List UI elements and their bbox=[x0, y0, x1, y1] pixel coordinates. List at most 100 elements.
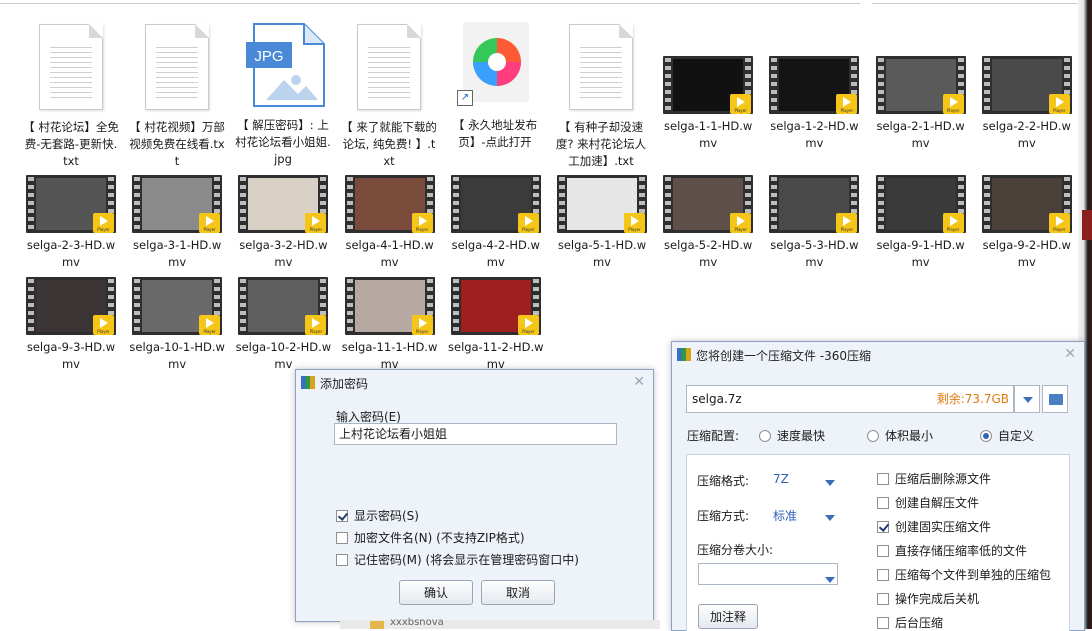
video-thumbnail: Player bbox=[26, 277, 116, 335]
background-folder-name: xxxbsnova bbox=[390, 617, 444, 628]
chevron-down-icon[interactable] bbox=[817, 469, 837, 486]
folder-icon bbox=[1049, 394, 1063, 405]
format-select[interactable]: 7Z bbox=[773, 472, 789, 486]
file-name: 【 有种子却没速度? 来村花论坛人工加速】.txt bbox=[555, 120, 647, 168]
file-item-video[interactable]: Player selga-5-2-HD.wmv bbox=[657, 175, 759, 271]
checkbox-box[interactable] bbox=[877, 616, 889, 629]
file-item-video[interactable]: Player selga-3-1-HD.wmv bbox=[126, 175, 228, 271]
add-comment-button[interactable]: 加注释 bbox=[698, 604, 758, 629]
player-badge-text: Player bbox=[1053, 108, 1066, 113]
split-size-select[interactable] bbox=[698, 563, 838, 585]
format-label: 压缩格式: bbox=[697, 474, 750, 488]
player-badge-icon: Player bbox=[199, 213, 221, 233]
self-extract-checkbox[interactable]: 创建自解压文件 bbox=[877, 494, 979, 511]
file-item-video[interactable]: Player selga-10-2-HD.wmv bbox=[232, 277, 334, 373]
radio-circle[interactable] bbox=[759, 429, 771, 442]
split-size-label: 压缩分卷大小: bbox=[697, 543, 774, 557]
file-item-txt[interactable]: 【 有种子却没速度? 来村花论坛人工加速】.txt bbox=[550, 24, 652, 170]
file-item-video[interactable]: Player selga-5-1-HD.wmv bbox=[551, 175, 653, 271]
method-select[interactable]: 标准 bbox=[773, 507, 797, 524]
video-thumbnail: Player bbox=[769, 175, 860, 233]
file-item-video[interactable]: Player selga-1-2-HD.wmv bbox=[763, 56, 865, 152]
create-archive-dialog: 您将创建一个压缩文件 -360压缩 ✕ selga.7z 剩余:73.7GB 压… bbox=[671, 341, 1085, 631]
video-thumbnail: Player bbox=[344, 175, 435, 233]
file-item-txt[interactable]: 【 来了就能下载的论坛, 纯免费! 】.txt bbox=[338, 24, 440, 170]
file-item-video[interactable]: Player selga-9-3-HD.wmv bbox=[20, 277, 122, 373]
show-password-checkbox[interactable]: 显示密码(S) bbox=[336, 507, 419, 524]
path-dropdown-button[interactable] bbox=[1014, 385, 1040, 413]
file-item-video[interactable]: Player selga-11-2-HD.wmv bbox=[445, 277, 547, 373]
video-thumbnail: Player bbox=[557, 175, 647, 233]
archive-path-input[interactable]: selga.7z 剩余:73.7GB bbox=[686, 385, 1014, 413]
checkbox-box[interactable] bbox=[877, 592, 889, 605]
player-badge-icon: Player bbox=[730, 213, 752, 233]
file-item-txt[interactable]: 【 村花论坛】全免费-无套路-更新快.txt bbox=[20, 24, 122, 170]
video-thumbnail: Player bbox=[981, 56, 1072, 114]
store-low-ratio-checkbox[interactable]: 直接存储压缩率低的文件 bbox=[877, 542, 1027, 559]
radio-circle[interactable] bbox=[867, 429, 879, 442]
delete-source-checkbox[interactable]: 压缩后删除源文件 bbox=[877, 470, 991, 487]
file-item-video[interactable]: Player selga-2-1-HD.wmv bbox=[870, 56, 972, 152]
file-name: selga-10-2-HD.wmv bbox=[235, 340, 332, 371]
file-item-video[interactable]: Player selga-2-2-HD.wmv bbox=[976, 56, 1078, 152]
player-badge-icon: Player bbox=[517, 213, 539, 233]
player-badge-text: Player bbox=[415, 227, 429, 232]
file-item-video[interactable]: Player selga-9-1-HD.wmv bbox=[870, 175, 972, 271]
file-item-shortcut[interactable]: ↗ 【 永久地址发布页】-点此打开 bbox=[444, 22, 546, 151]
player-badge-text: Player bbox=[734, 227, 747, 232]
encrypt-filenames-checkbox[interactable]: 加密文件名(N) (不支持ZIP格式) bbox=[336, 529, 525, 546]
cancel-button[interactable]: 取消 bbox=[481, 580, 555, 605]
file-item-video[interactable]: Player selga-9-2-HD.wmv bbox=[976, 175, 1078, 271]
checkbox-label: 加密文件名(N) (不支持ZIP格式) bbox=[354, 531, 525, 545]
radio-circle[interactable] bbox=[980, 429, 992, 442]
file-name: selga-2-3-HD.wmv bbox=[26, 238, 116, 269]
solid-archive-checkbox[interactable]: 创建固实压缩文件 bbox=[877, 518, 991, 535]
checkbox-box[interactable] bbox=[336, 531, 348, 544]
checkbox-box[interactable] bbox=[877, 496, 889, 509]
radio-label: 自定义 bbox=[998, 429, 1035, 443]
file-item-video[interactable]: Player selga-5-3-HD.wmv bbox=[763, 175, 865, 271]
close-icon[interactable]: ✕ bbox=[1064, 346, 1076, 362]
file-name: selga-9-1-HD.wmv bbox=[876, 238, 965, 269]
player-badge-text: Player bbox=[309, 227, 323, 232]
file-item-video[interactable]: Player selga-1-1-HD.wmv bbox=[657, 56, 759, 152]
browse-folder-button[interactable] bbox=[1042, 385, 1068, 413]
shutdown-after-checkbox[interactable]: 操作完成后关机 bbox=[877, 590, 979, 607]
dialog-title: 添加密码 bbox=[320, 377, 369, 391]
file-item-video[interactable]: Player selga-4-2-HD.wmv bbox=[445, 175, 547, 271]
file-item-video[interactable]: Player selga-11-1-HD.wmv bbox=[339, 277, 441, 373]
remember-password-checkbox[interactable]: 记住密码(M) (将会显示在管理密码窗口中) bbox=[336, 551, 579, 568]
radio-fastest[interactable]: 速度最快 bbox=[759, 427, 825, 444]
file-item-txt[interactable]: 【 村花视频】万部视频免费在线看.txt bbox=[126, 24, 228, 170]
radio-smallest[interactable]: 体积最小 bbox=[867, 427, 933, 444]
ok-button[interactable]: 确认 bbox=[399, 580, 473, 605]
file-item-video[interactable]: Player selga-3-2-HD.wmv bbox=[232, 175, 334, 271]
file-item-video[interactable]: Player selga-10-1-HD.wmv bbox=[126, 277, 228, 373]
checkbox-label: 创建自解压文件 bbox=[895, 496, 980, 510]
browser-shortcut-icon: ↗ bbox=[457, 22, 533, 106]
player-badge-icon: Player bbox=[1048, 94, 1070, 114]
video-thumbnail: Player bbox=[344, 277, 435, 335]
checkbox-box[interactable] bbox=[877, 520, 889, 533]
checkbox-box[interactable] bbox=[336, 553, 348, 566]
checkbox-box[interactable] bbox=[336, 509, 348, 522]
file-item-jpg[interactable]: JPG 【 解压密码】: 上村花论坛看小姐姐.jpg bbox=[232, 22, 334, 168]
password-input[interactable]: 上村花论坛看小姐姐 bbox=[334, 423, 617, 445]
video-thumbnail: Player bbox=[663, 56, 754, 114]
checkbox-box[interactable] bbox=[877, 568, 889, 581]
chevron-down-icon[interactable] bbox=[817, 566, 837, 583]
file-item-video[interactable]: Player selga-4-1-HD.wmv bbox=[339, 175, 441, 271]
chevron-down-icon[interactable] bbox=[817, 504, 837, 521]
background-compress-checkbox[interactable]: 后台压缩 bbox=[877, 614, 943, 631]
file-item-video[interactable]: Player selga-2-3-HD.wmv bbox=[20, 175, 122, 271]
checkbox-box[interactable] bbox=[877, 544, 889, 557]
video-thumbnail: Player bbox=[238, 175, 329, 233]
player-badge-text: Player bbox=[628, 227, 641, 232]
separate-archives-checkbox[interactable]: 压缩每个文件到单独的压缩包 bbox=[877, 566, 1051, 583]
checkbox-box[interactable] bbox=[877, 472, 889, 485]
video-thumbnail: Player bbox=[450, 277, 541, 335]
file-name: 【 永久地址发布页】-点此打开 bbox=[452, 118, 538, 149]
close-icon[interactable]: ✕ bbox=[633, 374, 645, 390]
video-thumbnail: Player bbox=[663, 175, 754, 233]
radio-custom[interactable]: 自定义 bbox=[980, 427, 1034, 444]
